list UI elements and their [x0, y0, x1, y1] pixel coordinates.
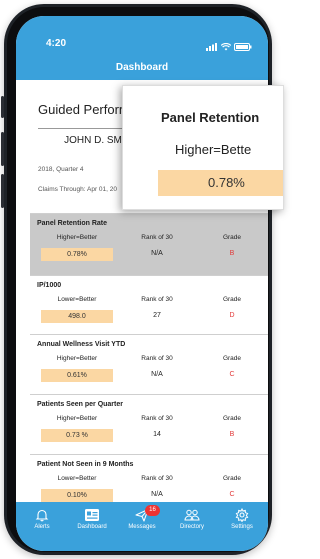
callout-direction: Higher=Bette — [175, 142, 252, 157]
metric-title: Patient Not Seen in 9 Months — [37, 461, 134, 468]
directory-icon — [184, 509, 200, 521]
tab-settings[interactable]: Settings — [217, 508, 267, 530]
grade-label: Grade — [222, 415, 242, 422]
direction-label: Lower=Better — [57, 475, 97, 482]
direction-label: Higher=Better — [56, 415, 98, 422]
metric-title: Panel Retention Rate — [37, 220, 108, 227]
alerts-icon — [35, 509, 49, 522]
report-period: 2018, Quarter 4 — [38, 166, 84, 173]
app-title: Dashboard — [115, 62, 169, 73]
rank-label: Rank of 30 — [141, 296, 173, 303]
callout-value: 0.78% — [158, 170, 283, 196]
app-header: 4:20 Dashboard — [16, 16, 268, 80]
settings-icon — [235, 508, 249, 522]
tab-bar: Alerts Dashboard 16 Messages Directory S… — [16, 502, 268, 551]
grade-label: Grade — [222, 296, 242, 303]
metric-grade: C — [229, 371, 235, 378]
rank-label: Rank of 30 — [141, 355, 173, 362]
wifi-icon — [220, 38, 232, 56]
tab-dashboard[interactable]: Dashboard — [67, 508, 117, 530]
claims-through: Claims Through: Apr 01, 20 — [38, 186, 118, 193]
metric-card-patients-seen[interactable]: Patients Seen per Quarter Higher=Better … — [30, 394, 268, 455]
volume-up-button — [1, 132, 4, 166]
grade-label: Grade — [222, 234, 242, 241]
tab-alerts[interactable]: Alerts — [17, 508, 67, 530]
metric-rank: 14 — [153, 431, 161, 438]
tab-label: Directory — [179, 524, 204, 530]
status-icons — [206, 38, 252, 56]
metric-rank: 27 — [153, 312, 161, 319]
battery-icon — [234, 38, 252, 56]
metric-card-annual-wellness[interactable]: Annual Wellness Visit YTD Higher=Better … — [30, 334, 268, 395]
metric-grade: B — [229, 250, 235, 257]
metric-card-ip-1000[interactable]: IP/1000 Lower=Better Rank of 30 Grade 49… — [30, 275, 268, 335]
metric-value: 0.61% — [41, 369, 113, 382]
tab-label: Settings — [231, 524, 253, 530]
direction-label: Lower=Better — [57, 296, 97, 303]
metric-value: 498.0 — [41, 310, 113, 323]
dashboard-icon — [85, 509, 99, 521]
metric-title: Annual Wellness Visit YTD — [37, 341, 126, 348]
metric-rank: N/A — [151, 250, 163, 257]
status-time: 4:20 — [46, 38, 67, 49]
tab-label: Dashboard — [77, 524, 107, 530]
metric-card-not-seen[interactable]: Patient Not Seen in 9 Months Lower=Bette… — [30, 454, 268, 502]
metric-value: 0.78% — [41, 248, 113, 261]
metric-grade: D — [229, 312, 235, 319]
metric-value: 0.73 % — [41, 429, 113, 442]
metric-grade: B — [229, 431, 235, 438]
metric-value: 0.10% — [41, 489, 113, 502]
tab-directory[interactable]: Directory — [167, 508, 217, 530]
metric-rank: N/A — [151, 491, 163, 498]
grade-label: Grade — [222, 355, 242, 362]
callout-title: Panel Retention — [161, 110, 260, 125]
rank-label: Rank of 30 — [141, 415, 173, 422]
tab-messages[interactable]: 16 Messages — [117, 505, 167, 530]
direction-label: Higher=Better — [56, 355, 98, 362]
panel-retention-callout: Panel Retention Higher=Bette 0.78% — [122, 85, 284, 210]
metric-title: IP/1000 — [37, 282, 62, 289]
metric-rank: N/A — [151, 371, 163, 378]
direction-label: Higher=Better — [56, 234, 98, 241]
rank-label: Rank of 30 — [141, 475, 173, 482]
messages-badge: 16 — [145, 505, 160, 516]
tab-label: Alerts — [34, 524, 50, 530]
metric-card-panel-retention[interactable]: Panel Retention Rate Higher=Better Rank … — [30, 213, 268, 276]
mute-switch — [1, 96, 4, 118]
tab-label: Messages — [128, 524, 156, 530]
rank-label: Rank of 30 — [141, 234, 173, 241]
metric-title: Patients Seen per Quarter — [37, 401, 123, 408]
volume-down-button — [1, 174, 4, 208]
signal-icon — [206, 38, 218, 56]
metric-grade: C — [229, 491, 235, 498]
grade-label: Grade — [222, 475, 242, 482]
